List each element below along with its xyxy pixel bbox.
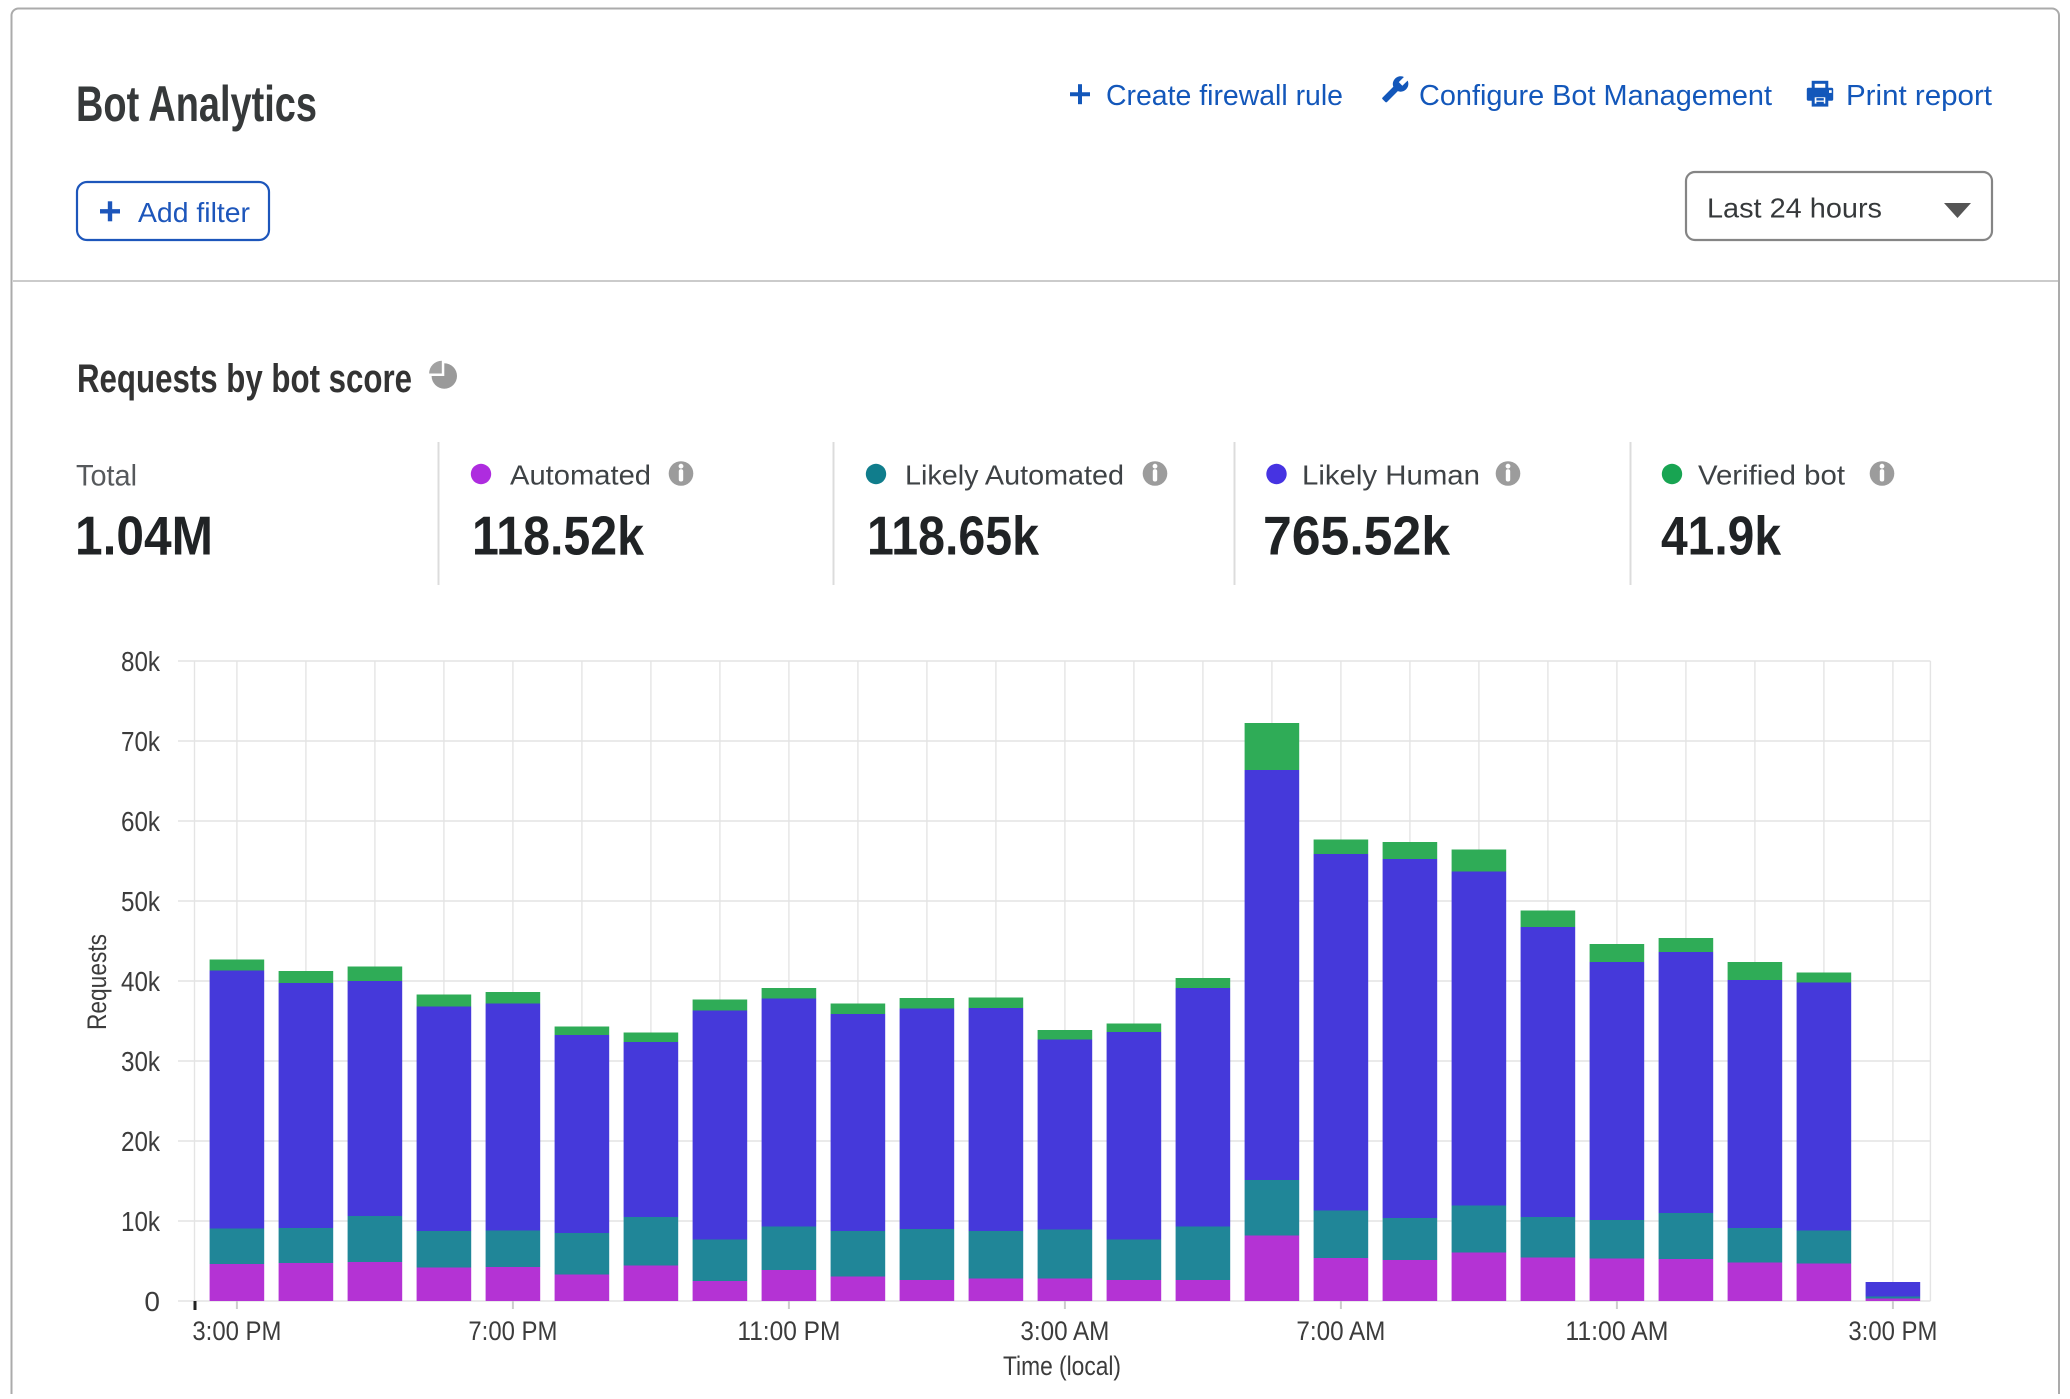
svg-text:40k: 40k: [121, 966, 161, 997]
svg-text:80k: 80k: [121, 646, 161, 677]
svg-text:Configure Bot Management: Configure Bot Management: [1419, 80, 1772, 112]
svg-text:30k: 30k: [121, 1046, 161, 1077]
svg-text:7:00 PM: 7:00 PM: [468, 1316, 557, 1346]
svg-text:3:00 PM: 3:00 PM: [1848, 1316, 1937, 1346]
svg-text:3:00 AM: 3:00 AM: [1020, 1316, 1109, 1346]
svg-text:Automated: Automated: [510, 460, 651, 491]
svg-text:Total: Total: [76, 460, 137, 493]
svg-text:20k: 20k: [121, 1126, 161, 1157]
svg-text:3:00 PM: 3:00 PM: [192, 1316, 281, 1346]
svg-text:Requests by bot score: Requests by bot score: [77, 357, 412, 401]
svg-text:1.04M: 1.04M: [75, 505, 213, 567]
svg-text:7:00 AM: 7:00 AM: [1296, 1316, 1385, 1346]
svg-text:Create firewall rule: Create firewall rule: [1106, 80, 1343, 112]
svg-text:11:00 AM: 11:00 AM: [1565, 1316, 1668, 1346]
svg-text:60k: 60k: [121, 806, 161, 837]
svg-text:765.52k: 765.52k: [1263, 505, 1450, 567]
svg-text:50k: 50k: [121, 886, 161, 917]
svg-text:Add filter: Add filter: [138, 197, 250, 228]
svg-text:11:00 PM: 11:00 PM: [737, 1316, 840, 1346]
svg-text:Requests: Requests: [82, 934, 112, 1030]
svg-text:0: 0: [144, 1286, 160, 1317]
svg-text:10k: 10k: [121, 1206, 161, 1237]
svg-text:Likely Human: Likely Human: [1302, 460, 1480, 491]
svg-text:Likely Automated: Likely Automated: [905, 460, 1124, 491]
svg-text:Verified bot: Verified bot: [1698, 460, 1845, 491]
svg-text:118.52k: 118.52k: [472, 505, 644, 567]
svg-text:Print report: Print report: [1846, 80, 1992, 112]
svg-text:41.9k: 41.9k: [1661, 505, 1781, 567]
svg-text:70k: 70k: [121, 726, 161, 757]
svg-text:Time (local): Time (local): [1003, 1351, 1121, 1381]
svg-text:118.65k: 118.65k: [867, 505, 1039, 567]
svg-text:Last 24 hours: Last 24 hours: [1707, 193, 1882, 224]
svg-text:Bot Analytics: Bot Analytics: [76, 76, 317, 132]
